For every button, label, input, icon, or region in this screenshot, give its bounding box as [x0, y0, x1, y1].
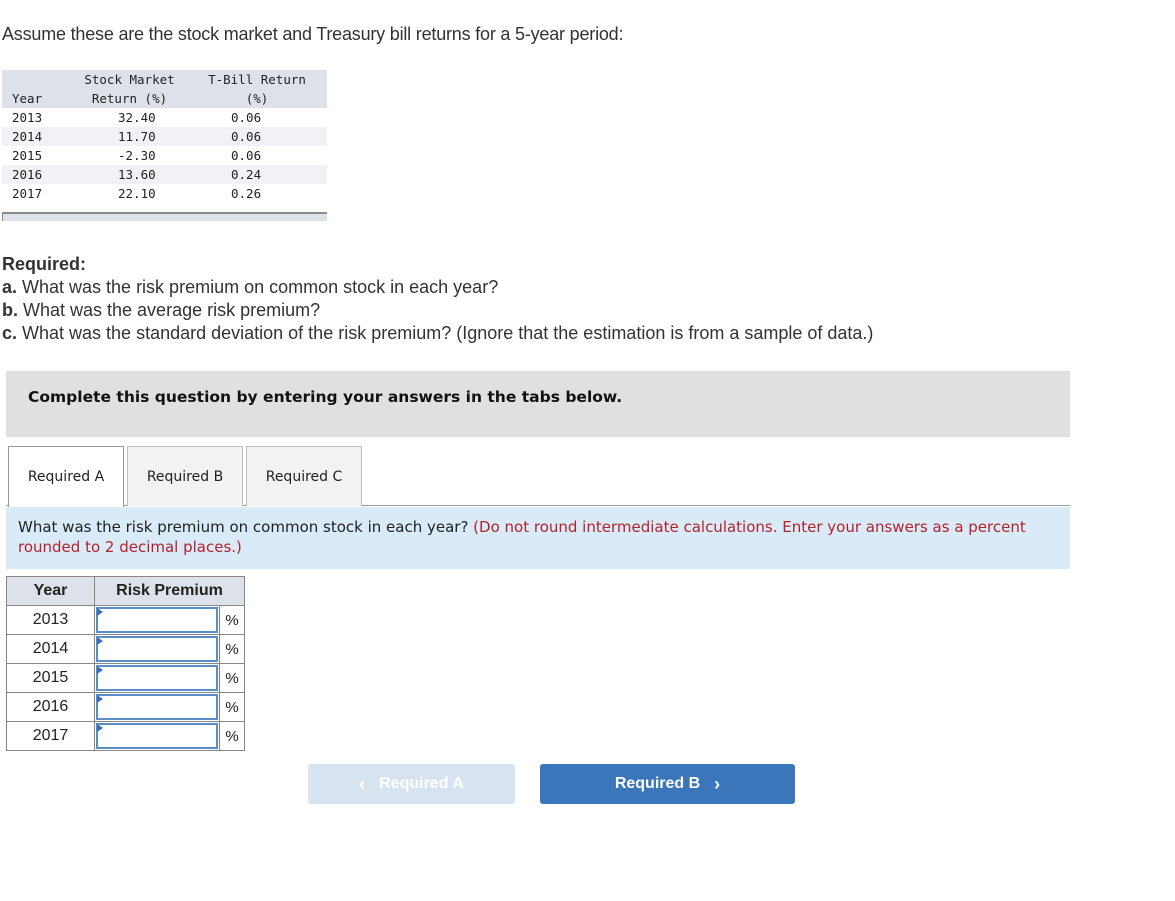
required-section: Required: a. What was the risk premium o… — [2, 253, 873, 345]
header-year: Year — [2, 70, 72, 108]
intro-text: Assume these are the stock market and Tr… — [2, 24, 624, 44]
required-heading: Required: — [2, 254, 87, 274]
chevron-right-icon: › — [714, 773, 721, 794]
answer-row: 2014 % — [6, 634, 245, 664]
input-flag-icon — [97, 608, 103, 616]
percent-label: % — [219, 605, 245, 635]
table-row: 2016 13.60 0.24 — [2, 165, 327, 184]
input-flag-icon — [97, 724, 103, 732]
risk-premium-input-2016[interactable] — [96, 694, 218, 720]
tab-required-b[interactable]: Required B — [127, 446, 243, 506]
header-tbill-return: T-Bill Return (%) — [187, 70, 327, 108]
answer-row: 2015 % — [6, 663, 245, 693]
percent-label: % — [219, 692, 245, 722]
tab-required-a[interactable]: Required A — [8, 446, 124, 507]
prev-required-a-button: ‹ Required A — [308, 764, 515, 804]
risk-premium-input-2015[interactable] — [96, 665, 218, 691]
question-text: What was the risk premium on common stoc… — [18, 518, 474, 536]
table-row: 2017 22.10 0.26 — [12, 186, 262, 201]
table-row: 2013 32.40 0.06 — [12, 110, 262, 125]
answer-row: 2017 % — [6, 721, 245, 751]
percent-label: % — [219, 663, 245, 693]
input-flag-icon — [97, 695, 103, 703]
table-scrollbar[interactable] — [2, 212, 327, 221]
percent-label: % — [219, 634, 245, 664]
answer-row: 2016 % — [6, 692, 245, 722]
risk-premium-input-2017[interactable] — [96, 723, 218, 749]
required-item-b: b. What was the average risk premium? — [2, 300, 321, 320]
risk-premium-input-2013[interactable] — [96, 607, 218, 633]
input-flag-icon — [97, 666, 103, 674]
table-row: 2014 11.70 0.06 — [2, 127, 327, 146]
table-row: 2015 -2.30 0.06 — [12, 148, 262, 163]
chevron-left-icon: ‹ — [359, 773, 366, 794]
tab-required-c[interactable]: Required C — [246, 446, 362, 506]
percent-label: % — [219, 721, 245, 751]
returns-table: Year Stock Market Return (%) T-Bill Retur… — [2, 70, 327, 203]
answer-table: Year Risk Premium 2013 % 2014 % 2015 % 2… — [6, 576, 245, 751]
required-item-a: a. What was the risk premium on common s… — [2, 277, 499, 297]
instructions-banner: Complete this question by entering your … — [6, 371, 1070, 437]
answer-header-risk-premium: Risk Premium — [94, 576, 245, 606]
tab-bar: Required A Required B Required C — [6, 446, 1070, 507]
risk-premium-input-2014[interactable] — [96, 636, 218, 662]
answer-row: 2013 % — [6, 605, 245, 635]
input-flag-icon — [97, 637, 103, 645]
header-stock-return: Stock Market Return (%) — [72, 70, 187, 108]
instructions-text: Complete this question by entering your … — [28, 388, 623, 406]
answer-header-year: Year — [6, 576, 95, 606]
next-required-b-button[interactable]: Required B › — [540, 764, 795, 804]
required-item-c: c. What was the standard deviation of th… — [2, 323, 874, 343]
question-prompt: What was the risk premium on common stoc… — [6, 507, 1070, 569]
